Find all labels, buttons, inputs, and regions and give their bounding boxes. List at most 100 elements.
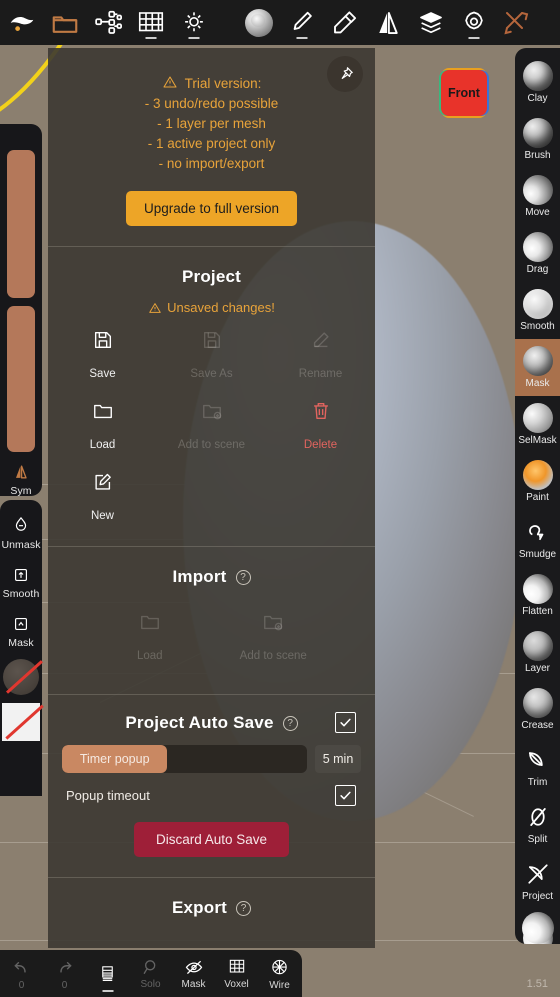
redo-button[interactable]: 0 (43, 950, 86, 997)
delete-button[interactable]: Delete (266, 386, 375, 457)
flatten-icon (522, 574, 553, 604)
tool-label: SelMask (518, 435, 557, 446)
wire-label: Wire (269, 979, 290, 991)
symmetry-icon[interactable] (366, 0, 409, 45)
voxel-button[interactable]: Voxel (215, 950, 258, 997)
tool-drag[interactable]: Drag (515, 225, 560, 282)
stamp-icon[interactable] (323, 0, 366, 45)
new-button[interactable]: New (48, 457, 157, 528)
panel-scroll-area[interactable]: Trial version: - 3 undo/redo possible - … (48, 48, 375, 948)
color-swatch-primary[interactable] (7, 150, 35, 298)
tool-trim[interactable]: Trim (515, 738, 560, 795)
help-icon[interactable]: ? (235, 569, 251, 585)
timer-popup-row: Timer popup 5 min (48, 733, 375, 773)
page-title: Project (181, 267, 242, 286)
topology-icon[interactable] (86, 0, 129, 45)
grid-icon[interactable] (129, 0, 172, 45)
rename-button[interactable]: Rename (266, 315, 375, 386)
undo-button[interactable]: 0 (0, 950, 43, 997)
view-gizmo-front[interactable]: Front (441, 70, 487, 116)
view-gizmo-label: Front (448, 86, 480, 100)
multires-submenu-indicator (102, 990, 113, 992)
import-load-label: Load (136, 650, 163, 662)
tool-move[interactable]: Move (515, 168, 560, 225)
trial-title-row: Trial version: (145, 74, 279, 94)
help-icon[interactable]: ? (236, 900, 252, 916)
color-swatch-secondary[interactable] (7, 306, 35, 452)
rename-label: Rename (298, 368, 343, 380)
save-button[interactable]: Save (48, 315, 157, 386)
tool-clay[interactable]: Clay (515, 54, 560, 111)
tool-mask[interactable]: Mask (515, 339, 560, 396)
settings-icon[interactable] (452, 0, 495, 45)
voxel-grid-icon (229, 959, 244, 973)
tool-smooth[interactable]: Smooth (515, 282, 560, 339)
tool-flatten[interactable]: Flatten (515, 567, 560, 624)
import-load-button[interactable]: Load (88, 597, 212, 668)
material-square-preview[interactable] (2, 703, 45, 741)
tool-label: Project (521, 891, 554, 902)
popup-timeout-row: Popup timeout (48, 773, 375, 806)
scene-icon[interactable] (0, 0, 43, 45)
autosave-enabled-checkbox[interactable] (335, 712, 356, 733)
trial-section: Trial version: - 3 undo/redo possible - … (48, 48, 375, 247)
multires-button[interactable] (86, 950, 129, 997)
tool-selmask[interactable]: SelMask (515, 396, 560, 453)
popup-timeout-checkbox[interactable] (335, 785, 356, 806)
load-button[interactable]: Load (48, 386, 157, 457)
material-circle-preview[interactable] (3, 659, 43, 695)
save-as-button[interactable]: Save As (157, 315, 266, 386)
project-settings-panel[interactable]: Trial version: - 3 undo/redo possible - … (48, 48, 375, 948)
help-icon[interactable]: ? (282, 715, 298, 731)
load-label: Load (89, 439, 116, 451)
import-title: Import (172, 567, 227, 586)
active-brush-preview[interactable] (522, 912, 554, 944)
layers-icon[interactable] (409, 0, 452, 45)
warning-triangle-icon (149, 302, 161, 313)
import-add-to-scene-button[interactable]: Add to scene (212, 597, 336, 668)
export-title-row: Export ? (48, 878, 375, 918)
mask-label: Mask (8, 637, 34, 649)
project-section: Project Unsaved changes! Save Save As Re… (48, 247, 375, 547)
tool-crease[interactable]: Crease (515, 681, 560, 738)
smooth-mask-button[interactable]: Smooth (0, 565, 42, 600)
project-actions-row-1: Save Save As Rename (48, 315, 375, 386)
timer-popup-value[interactable]: 5 min (315, 745, 361, 773)
disabled-slash-icon (5, 704, 45, 740)
tool-smudge[interactable]: Smudge (515, 510, 560, 567)
mask-button[interactable]: Mask (0, 614, 42, 649)
upgrade-button[interactable]: Upgrade to full version (125, 191, 298, 226)
add-to-scene-button[interactable]: Add to scene (157, 386, 266, 457)
solo-button[interactable]: Solo (129, 950, 172, 997)
wire-button[interactable]: Wire (258, 950, 301, 997)
selmask-icon (522, 403, 553, 433)
tools-icon[interactable] (495, 0, 538, 45)
folder-icon (93, 404, 112, 419)
files-icon[interactable] (43, 0, 86, 45)
pin-icon[interactable] (327, 56, 363, 92)
lighting-submenu-indicator (188, 37, 199, 39)
unmask-button[interactable]: Unmask (0, 514, 42, 551)
import-actions: Load Add to scene (48, 597, 375, 668)
symmetry-toggle[interactable]: Sym (0, 462, 42, 497)
matcap-icon[interactable] (237, 0, 280, 45)
tool-brush[interactable]: Brush (515, 111, 560, 168)
tool-paint[interactable]: Paint (515, 453, 560, 510)
redo-icon (60, 961, 72, 973)
app-root: Front Sym Unmask Smooth Mask Clay Brush … (0, 0, 560, 997)
lighting-icon[interactable] (172, 0, 215, 45)
timer-popup-slider[interactable]: Timer popup (62, 745, 307, 773)
tool-project[interactable]: Project (515, 852, 560, 909)
discard-auto-save-button[interactable]: Discard Auto Save (133, 822, 290, 857)
timer-popup-slider-fill: Timer popup (62, 745, 168, 773)
trash-icon (313, 402, 328, 420)
paint-icon (522, 460, 553, 490)
tool-split[interactable]: Split (515, 795, 560, 852)
check-icon (340, 791, 351, 800)
tool-layer[interactable]: Layer (515, 624, 560, 681)
solo-label: Solo (140, 979, 161, 990)
add-to-scene-label: Add to scene (177, 439, 246, 451)
pen-pressure-icon[interactable] (280, 0, 323, 45)
mask-visibility-button[interactable]: Mask (172, 950, 215, 997)
left-mask-rail: Unmask Smooth Mask (0, 500, 45, 796)
